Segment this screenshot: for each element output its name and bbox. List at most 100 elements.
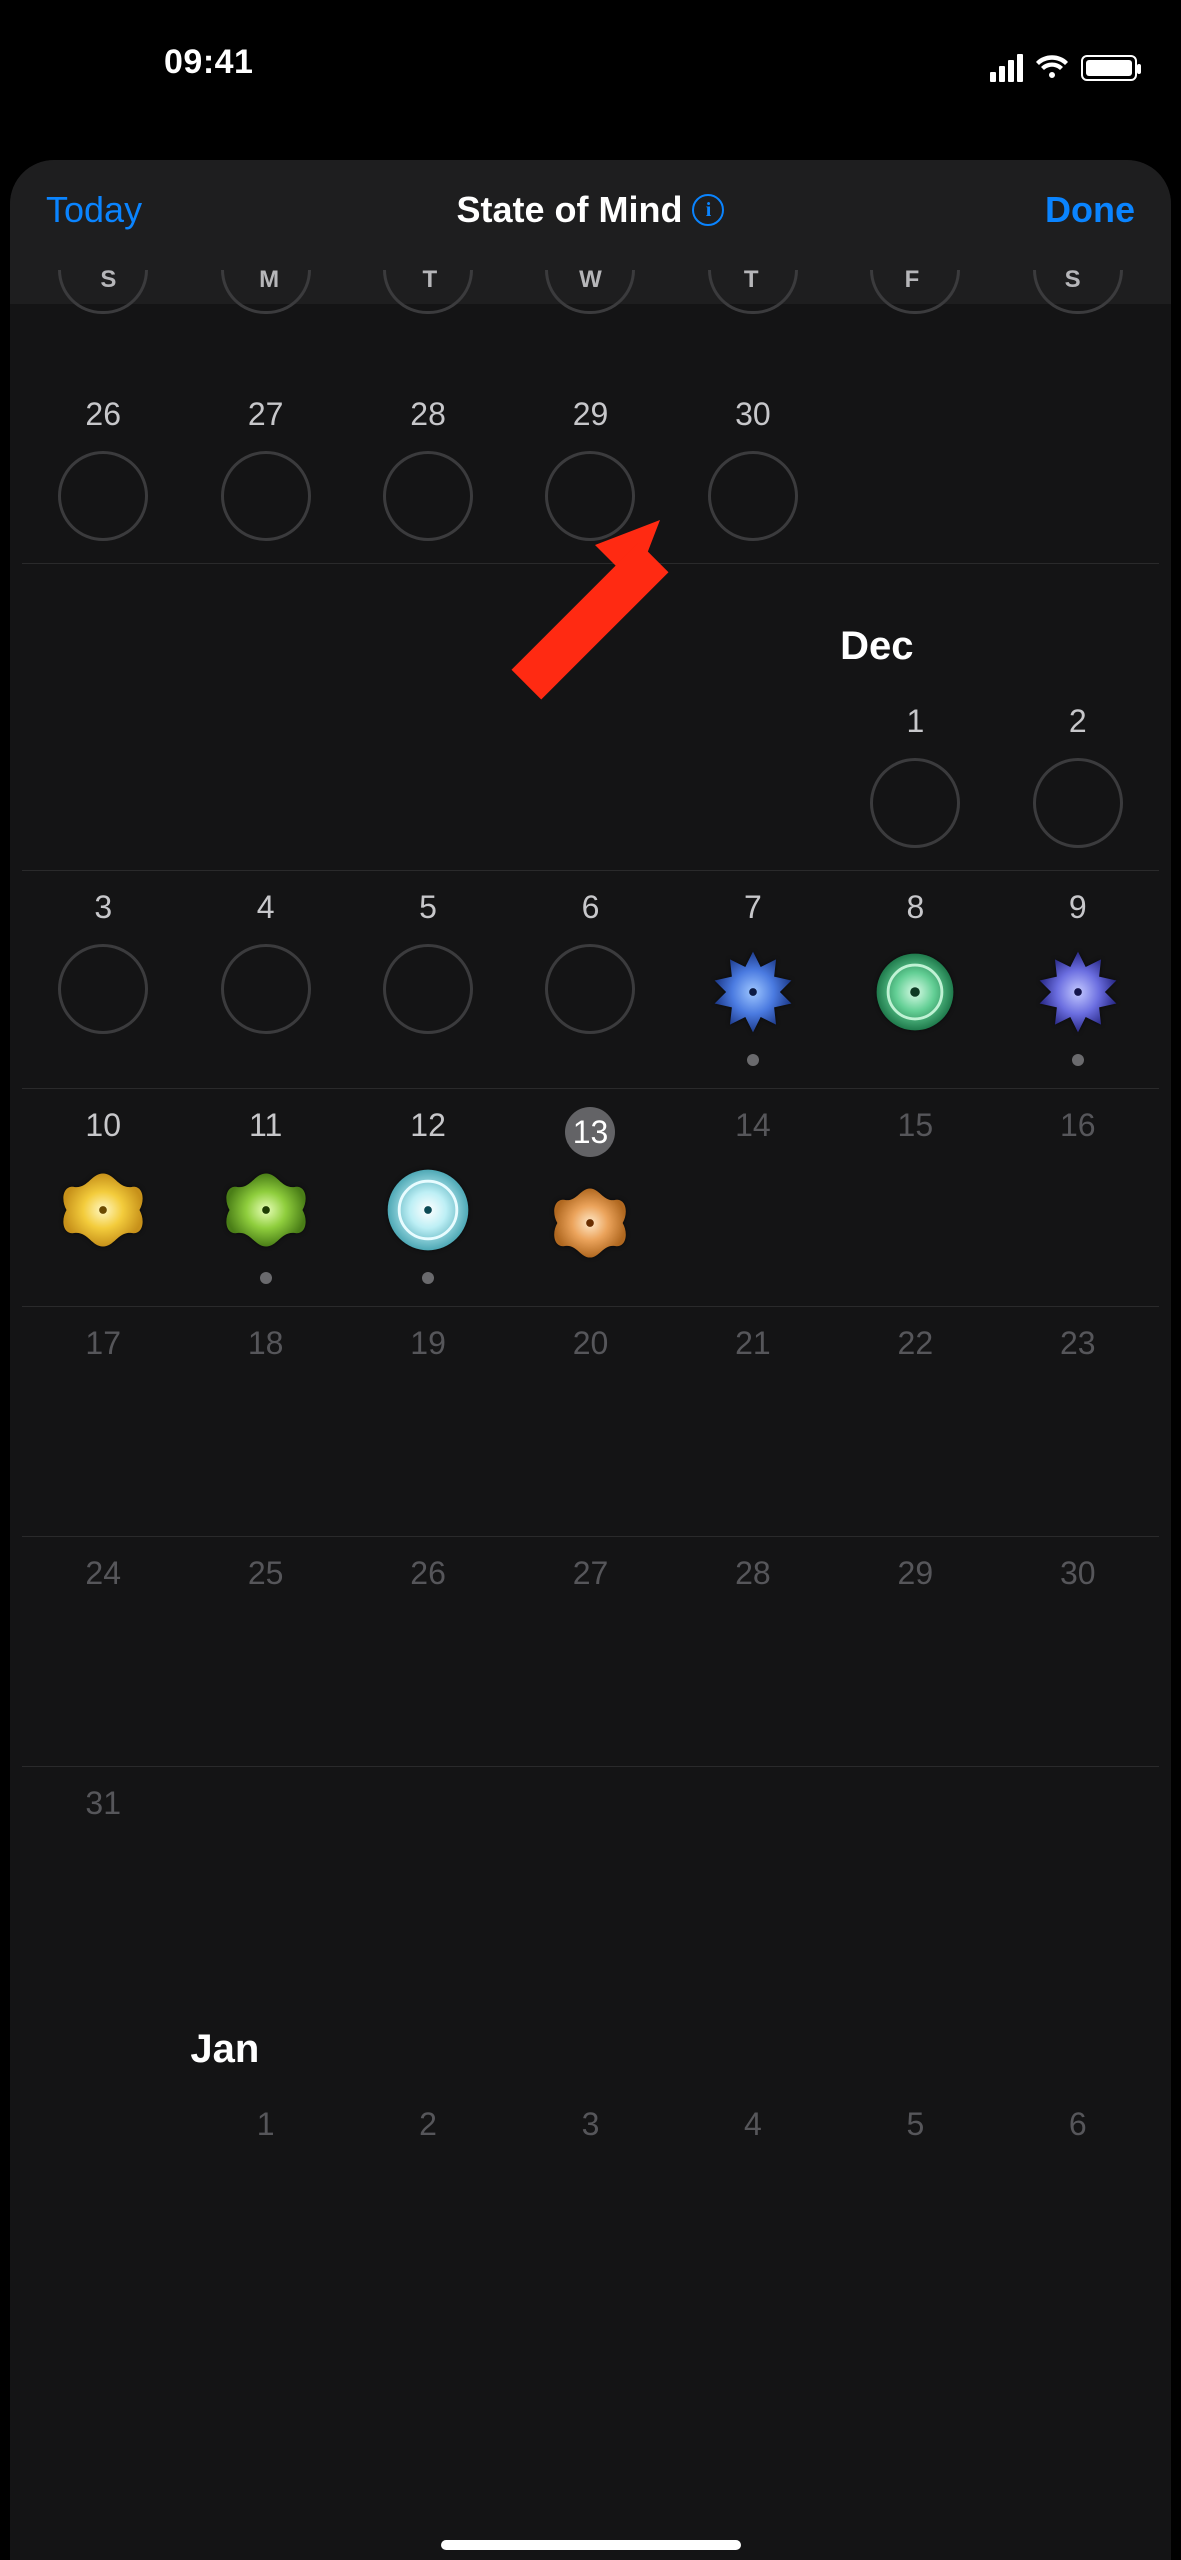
calendar-day[interactable]: 3 — [22, 889, 184, 1066]
day-number: 9 — [1069, 889, 1087, 926]
calendar-day[interactable]: 20 — [509, 1325, 671, 1514]
calendar-day[interactable]: 9 — [997, 889, 1159, 1066]
day-number: 4 — [744, 2106, 762, 2143]
empty-state-ring — [708, 270, 798, 314]
calendar-day[interactable]: 1 — [834, 703, 996, 848]
status-bar: 09:41 — [0, 0, 1181, 90]
calendar-day[interactable]: 15 — [834, 1107, 996, 1284]
calendar-row: 26 27 28 29 30 — [22, 378, 1159, 564]
empty-state-ring — [221, 944, 311, 1034]
calendar-day[interactable] — [997, 310, 1159, 370]
calendar-day[interactable]: 5 — [834, 2106, 996, 2166]
wifi-icon — [1035, 54, 1069, 82]
calendar-day[interactable]: 6 — [509, 889, 671, 1066]
multiple-entries-dot — [747, 1054, 759, 1066]
calendar-day[interactable]: 29 — [834, 1555, 996, 1744]
calendar-day-empty — [672, 1785, 834, 1975]
day-number: 6 — [582, 889, 600, 926]
home-indicator[interactable] — [441, 2540, 741, 2550]
calendar-day[interactable]: 14 — [672, 1107, 834, 1284]
calendar-day[interactable]: 10 — [22, 1107, 184, 1284]
day-number: 22 — [898, 1325, 934, 1362]
calendar-day[interactable] — [347, 310, 509, 370]
day-number: 26 — [85, 396, 121, 433]
day-number: 27 — [248, 396, 284, 433]
day-number: 12 — [410, 1107, 446, 1144]
calendar-day[interactable] — [672, 310, 834, 370]
calendar-day[interactable]: 27 — [184, 396, 346, 541]
sheet-title-text: State of Mind — [457, 189, 683, 231]
calendar-day[interactable]: 22 — [834, 1325, 996, 1514]
calendar-day[interactable]: 1 — [184, 2106, 346, 2166]
calendar-day[interactable]: 11 — [184, 1107, 346, 1284]
calendar-day[interactable]: 26 — [22, 396, 184, 541]
calendar-day[interactable]: 5 — [347, 889, 509, 1066]
day-number: 5 — [419, 889, 437, 926]
battery-icon — [1081, 55, 1137, 81]
day-number: 11 — [249, 1107, 282, 1144]
calendar-day[interactable]: 26 — [347, 1555, 509, 1744]
calendar-day-empty — [184, 1785, 346, 1975]
calendar-day[interactable]: 2 — [347, 2106, 509, 2166]
day-number: 10 — [85, 1107, 121, 1144]
day-number: 30 — [735, 396, 771, 433]
day-number: 5 — [906, 2106, 924, 2143]
day-number-today: 13 — [565, 1107, 615, 1157]
calendar-day[interactable]: 28 — [672, 1555, 834, 1744]
month-label-dec: Dec — [22, 564, 1159, 685]
day-number: 1 — [906, 703, 924, 740]
empty-state-ring — [383, 944, 473, 1034]
calendar-day[interactable] — [184, 310, 346, 370]
calendar-day[interactable]: 27 — [509, 1555, 671, 1744]
done-button[interactable]: Done — [1045, 189, 1135, 231]
multiple-entries-dot — [422, 1272, 434, 1284]
calendar-day[interactable]: 21 — [672, 1325, 834, 1514]
calendar-day[interactable]: 3 — [509, 2106, 671, 2166]
sheet-nav: Today State of Mind i Done — [10, 160, 1171, 260]
calendar-day[interactable]: 18 — [184, 1325, 346, 1514]
day-number: 2 — [1069, 703, 1087, 740]
calendar-day[interactable]: 29 — [509, 396, 671, 541]
mood-very-pleasant-icon — [55, 1162, 151, 1258]
calendar-day[interactable] — [22, 310, 184, 370]
calendar-day[interactable]: 23 — [997, 1325, 1159, 1514]
empty-state-ring — [221, 270, 311, 314]
today-button[interactable]: Today — [46, 189, 142, 231]
calendar-day[interactable]: 7 — [672, 889, 834, 1066]
calendar-day[interactable]: 8 — [834, 889, 996, 1066]
day-number: 16 — [1060, 1107, 1096, 1144]
calendar-day[interactable] — [834, 310, 996, 370]
calendar-day[interactable] — [509, 310, 671, 370]
calendar-row: 3 4 5 6 7 8 9 — [22, 871, 1159, 1089]
calendar-day[interactable]: 2 — [997, 703, 1159, 848]
calendar-scroll[interactable]: 26 27 28 29 30 Dec 1 2 — [10, 310, 1171, 2560]
mood-slightly-pleasant-icon — [542, 1175, 638, 1271]
calendar-day[interactable]: 25 — [184, 1555, 346, 1744]
calendar-day[interactable]: 4 — [672, 2106, 834, 2166]
day-number: 8 — [906, 889, 924, 926]
calendar-day[interactable]: 4 — [184, 889, 346, 1066]
info-icon[interactable]: i — [692, 194, 724, 226]
calendar-day[interactable]: 13 — [509, 1107, 671, 1284]
day-number: 17 — [85, 1325, 121, 1362]
calendar-day[interactable]: 17 — [22, 1325, 184, 1514]
empty-state-ring — [58, 451, 148, 541]
empty-state-ring — [1033, 270, 1123, 314]
mood-neutral-icon — [380, 1162, 476, 1258]
calendar-day-empty — [834, 396, 996, 541]
calendar-day[interactable]: 12 — [347, 1107, 509, 1284]
calendar-day[interactable]: 28 — [347, 396, 509, 541]
day-number: 29 — [898, 1555, 934, 1592]
day-number: 18 — [248, 1325, 284, 1362]
calendar-day[interactable]: 19 — [347, 1325, 509, 1514]
calendar-day[interactable]: 16 — [997, 1107, 1159, 1284]
empty-state-ring — [1033, 758, 1123, 848]
calendar-day[interactable]: 31 — [22, 1785, 184, 1975]
empty-state-ring — [870, 758, 960, 848]
calendar-day[interactable]: 6 — [997, 2106, 1159, 2166]
calendar-day[interactable]: 30 — [672, 396, 834, 541]
calendar-day[interactable]: 24 — [22, 1555, 184, 1744]
calendar-row: 1 2 3 4 5 6 — [22, 2088, 1159, 2166]
calendar-day[interactable]: 30 — [997, 1555, 1159, 1744]
day-number: 7 — [744, 889, 762, 926]
